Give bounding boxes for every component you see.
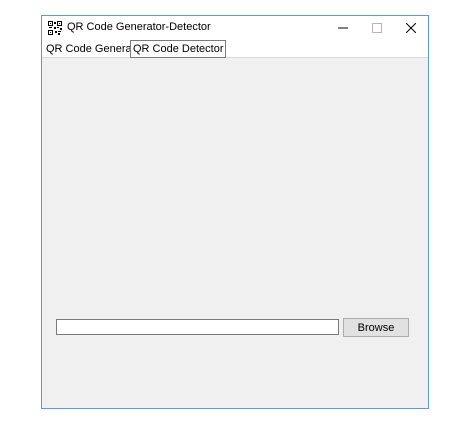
tab-divider bbox=[42, 57, 428, 58]
title-bar[interactable]: QR Code Generator-Detector bbox=[42, 16, 428, 40]
file-path-input[interactable] bbox=[56, 319, 339, 335]
close-button[interactable] bbox=[394, 16, 428, 40]
close-icon bbox=[406, 23, 416, 33]
tab-qr-code-detector[interactable]: QR Code Detector bbox=[130, 40, 227, 58]
minimize-icon bbox=[338, 27, 348, 29]
maximize-button[interactable] bbox=[360, 16, 394, 40]
minimize-button[interactable] bbox=[326, 16, 360, 40]
browse-button[interactable]: Browse bbox=[343, 318, 409, 337]
qr-code-icon bbox=[48, 21, 62, 35]
maximize-icon bbox=[372, 23, 382, 33]
window-title: QR Code Generator-Detector bbox=[67, 21, 211, 33]
app-window: QR Code Generator-Detector QR Code Gener… bbox=[41, 15, 429, 409]
